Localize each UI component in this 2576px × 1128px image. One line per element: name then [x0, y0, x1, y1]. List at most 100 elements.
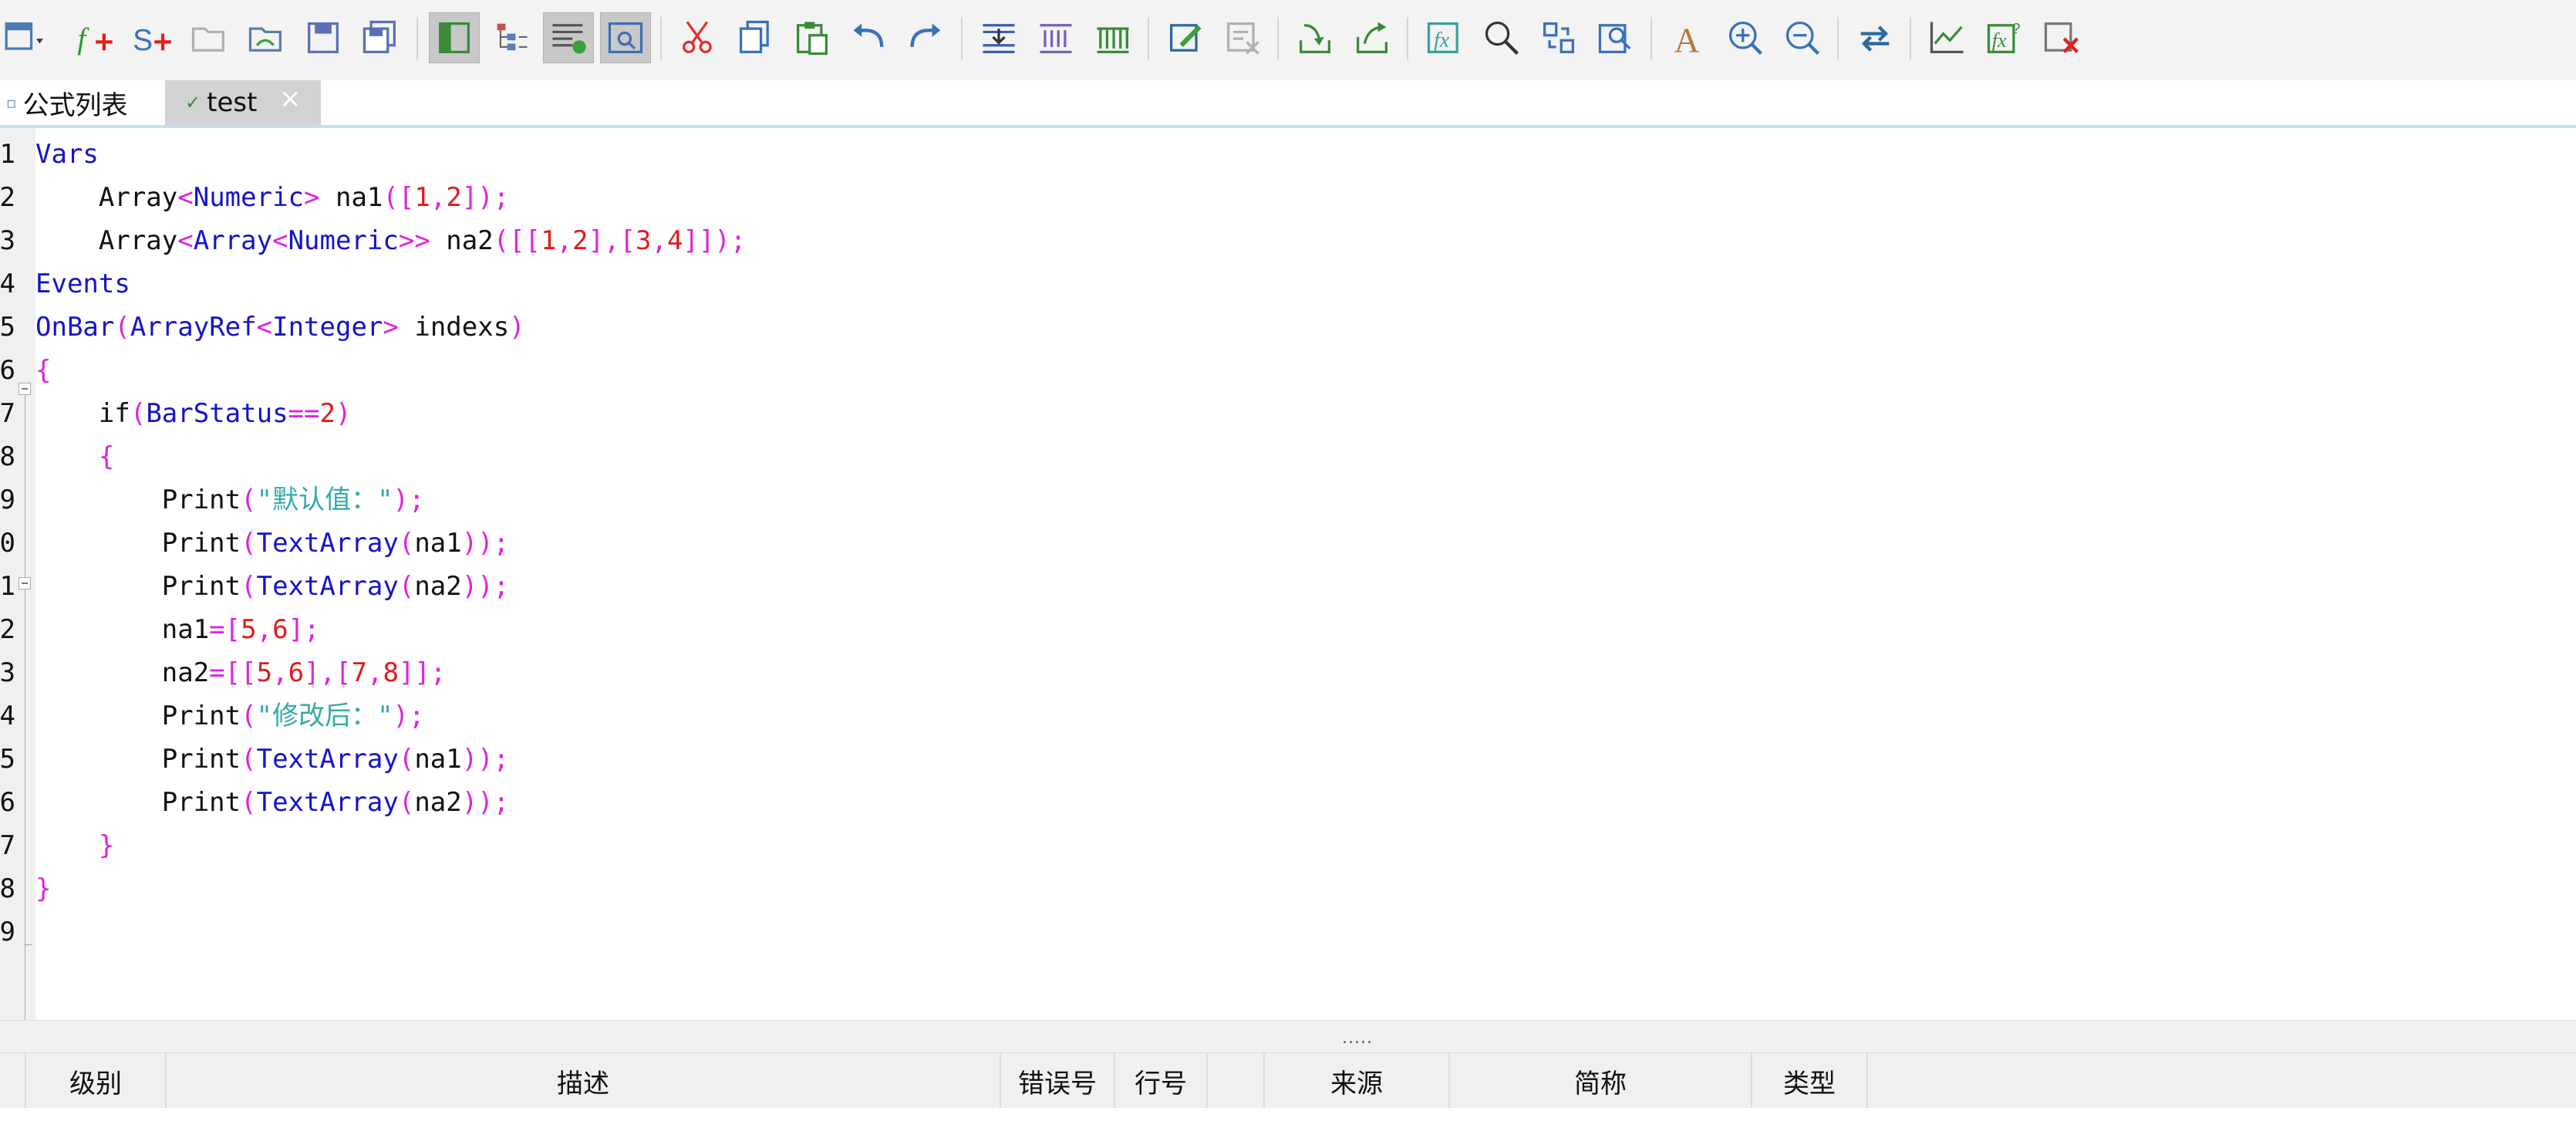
font-button[interactable]: A: [1663, 12, 1714, 63]
replace-button[interactable]: [1533, 12, 1584, 63]
code-token: Array: [35, 225, 178, 256]
code-token: ==: [288, 398, 320, 429]
col-header-source[interactable]: 来源: [1265, 1053, 1450, 1109]
tab-formula-list[interactable]: ▫ 公式列表: [0, 80, 157, 125]
line-number: 5: [0, 744, 15, 775]
code-line[interactable]: na2=[[5,6],[7,8]];: [35, 651, 447, 694]
code-token: ([[: [493, 225, 541, 256]
splitter-grip[interactable]: .....: [1342, 1028, 1373, 1048]
open-view-button[interactable]: [241, 12, 292, 63]
new-formula-button[interactable]: f: [69, 12, 120, 63]
import-button[interactable]: [1290, 12, 1340, 63]
fold-guide-end: [25, 944, 32, 945]
code-token: ): [509, 312, 525, 343]
col-header-line-number[interactable]: 行号: [1115, 1053, 1208, 1109]
col-header-blank[interactable]: [1208, 1053, 1265, 1109]
clear-button[interactable]: [1217, 12, 1268, 63]
tree-view-button[interactable]: [486, 12, 537, 63]
zoom-in-button[interactable]: [1720, 12, 1771, 63]
code-line[interactable]: na1=[5,6];: [35, 608, 320, 651]
svg-text:fx: fx: [1992, 29, 2007, 52]
edit-button[interactable]: [1160, 12, 1211, 63]
code-line[interactable]: Vars: [35, 133, 99, 176]
new-formula-icon: f: [74, 17, 116, 59]
save-button[interactable]: [298, 12, 349, 63]
find-in-files-button[interactable]: [1590, 12, 1641, 63]
code-line[interactable]: if(BarStatus==2): [35, 392, 352, 435]
output-view-icon: [548, 17, 589, 59]
col-header-blank[interactable]: [0, 1053, 26, 1109]
col-header-error-number[interactable]: 错误号: [1001, 1053, 1115, 1109]
code-line[interactable]: Print(TextArray(na2));: [35, 565, 509, 608]
code-editor[interactable]: 1234567890123456789 Vars Array<Numeric> …: [0, 128, 2576, 1032]
code-token: (: [241, 701, 257, 731]
code-line[interactable]: Array<Array<Numeric>> na2([[1,2],[3,4]])…: [35, 219, 746, 262]
function-help-button[interactable]: fx?: [1979, 12, 2030, 63]
code-line[interactable]: OnBar(ArrayRef<Integer> indexs): [35, 306, 525, 349]
code-line[interactable]: Array<Numeric> na1([1,2]);: [35, 176, 509, 219]
fold-toggle-icon[interactable]: [19, 577, 31, 589]
cut-button[interactable]: [673, 12, 723, 63]
col-header-type[interactable]: 类型: [1752, 1053, 1868, 1109]
undo-button[interactable]: [844, 12, 895, 63]
export-button[interactable]: [1347, 12, 1398, 63]
output-view-button[interactable]: [543, 12, 594, 63]
code-line[interactable]: }: [35, 824, 114, 867]
code-token: (: [398, 571, 415, 602]
code-line[interactable]: Print(TextArray(na1));: [35, 522, 509, 565]
search-button[interactable]: [1476, 12, 1527, 63]
code-line[interactable]: {: [35, 349, 51, 392]
import-icon: [1294, 17, 1336, 59]
open-folder-button[interactable]: [184, 12, 234, 63]
code-token: (: [241, 571, 257, 602]
compile-grid-button[interactable]: [1087, 12, 1138, 63]
tab-close-icon[interactable]: ×: [279, 83, 302, 114]
new-strategy-button[interactable]: S: [126, 12, 177, 63]
zoom-out-icon: [1782, 17, 1823, 59]
fold-toggle-icon[interactable]: [19, 383, 31, 395]
chart-button[interactable]: [1922, 12, 1973, 63]
code-line[interactable]: }: [35, 867, 51, 910]
code-token: Numeric: [193, 182, 305, 213]
toolbar-separator: [1407, 17, 1408, 60]
code-line[interactable]: Print("默认值：");: [35, 478, 425, 522]
code-line[interactable]: Print(TextArray(na2));: [35, 781, 509, 824]
code-token: (: [114, 312, 130, 343]
code-line[interactable]: Events: [35, 262, 130, 306]
panel-splitter[interactable]: .....: [0, 1020, 2576, 1053]
col-header-description[interactable]: 描述: [167, 1053, 1001, 1109]
compile-all-button[interactable]: [1030, 12, 1081, 63]
col-header-short-name[interactable]: 简称: [1450, 1053, 1752, 1109]
copy-button[interactable]: [730, 12, 781, 63]
toggle-panel-button[interactable]: [429, 12, 480, 63]
code-token: na2: [430, 225, 494, 256]
save-all-button[interactable]: [355, 12, 406, 63]
col-header-level[interactable]: 级别: [26, 1053, 167, 1109]
preview-button[interactable]: [600, 12, 651, 63]
document-tab-bar: ▫ 公式列表 ✓ test ×: [0, 80, 2576, 127]
code-line[interactable]: {: [35, 435, 114, 478]
code-token: 6: [272, 614, 288, 645]
line-number: 6: [0, 355, 15, 386]
code-token: Events: [35, 268, 130, 299]
paste-button[interactable]: [787, 12, 838, 63]
format-dropdown-button[interactable]: [0, 12, 51, 63]
code-line[interactable]: Print(TextArray(na1));: [35, 738, 509, 781]
new-strategy-icon: S: [131, 17, 173, 59]
zoom-out-button[interactable]: [1777, 12, 1828, 63]
code-token: (: [241, 787, 257, 818]
code-token: =[[: [209, 657, 257, 688]
code-token: ],[: [588, 225, 636, 256]
tab-test[interactable]: ✓ test ×: [165, 80, 321, 125]
line-number: 7: [0, 830, 15, 861]
function-button[interactable]: fx: [1419, 12, 1470, 63]
redo-button[interactable]: [901, 12, 952, 63]
code-line[interactable]: Print("修改后：");: [35, 694, 425, 738]
chart-icon: [1927, 17, 1968, 59]
refresh-button[interactable]: [1849, 12, 1900, 63]
compile-button[interactable]: [973, 12, 1024, 63]
code-token: (: [398, 744, 415, 775]
line-number: 4: [0, 701, 15, 731]
function-icon: fx: [1424, 17, 1465, 59]
close-window-button[interactable]: [2036, 12, 2087, 63]
